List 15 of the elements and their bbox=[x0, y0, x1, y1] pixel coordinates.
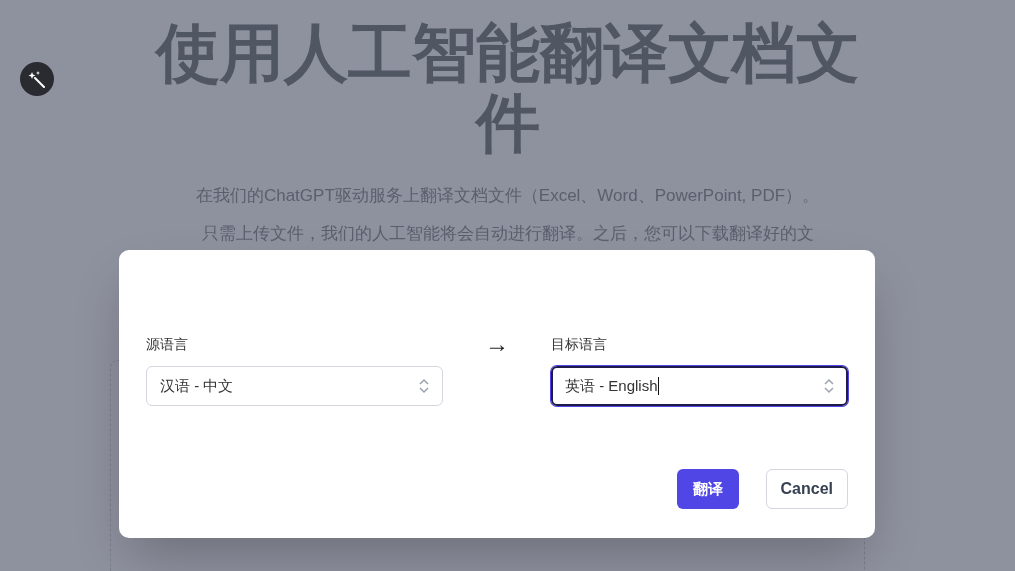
cancel-button[interactable]: Cancel bbox=[765, 469, 848, 509]
arrow-glyph: → bbox=[485, 334, 509, 354]
magic-wand-button[interactable] bbox=[20, 62, 54, 96]
select-value: 英语 - English bbox=[565, 375, 658, 396]
text-cursor bbox=[657, 377, 659, 395]
field-label: 源语言 bbox=[146, 335, 189, 354]
language-select[interactable]: 汉语 - 中文 bbox=[146, 366, 443, 406]
magic-wand-icon bbox=[28, 70, 46, 88]
chevron-up-down-icon bbox=[419, 378, 429, 394]
field-label: 目标语言 bbox=[551, 335, 608, 354]
chevron-up-down-icon bbox=[824, 378, 834, 394]
select-value: 汉语 - 中文 bbox=[160, 375, 234, 396]
translate-button[interactable]: 翻译 bbox=[676, 469, 739, 509]
page-title: 使用人工智能翻译文档文件 bbox=[153, 18, 861, 158]
language-select[interactable]: 英语 - English bbox=[551, 366, 848, 406]
